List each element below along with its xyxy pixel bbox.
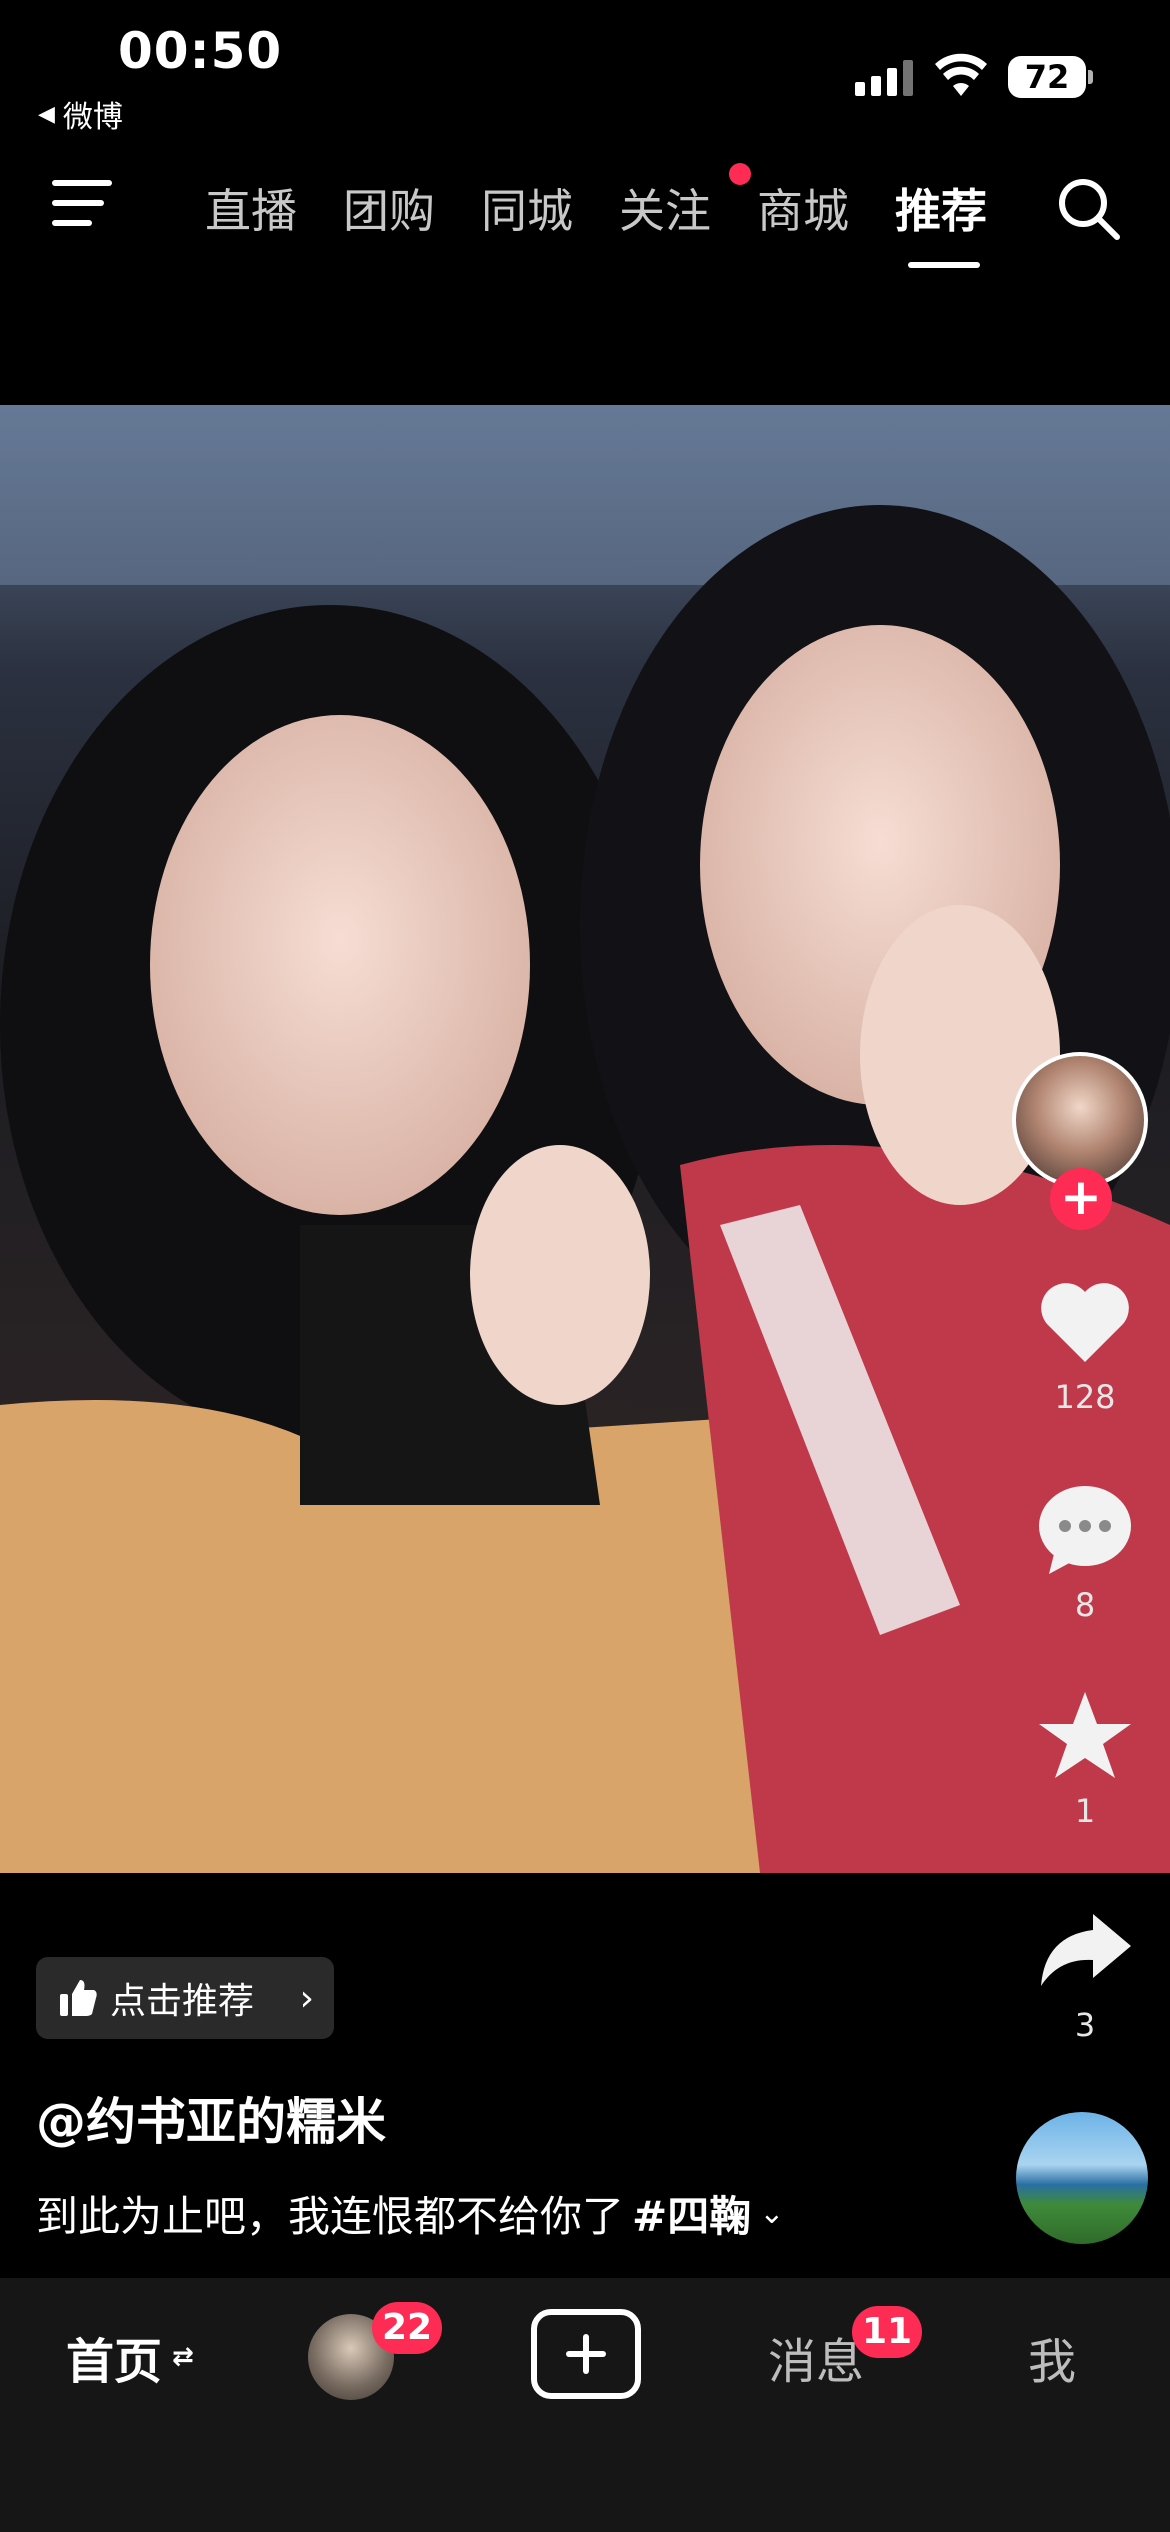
status-time: 00:50 xyxy=(118,22,283,80)
share-action[interactable]: 3 xyxy=(1020,1900,1150,2044)
share-count: 3 xyxy=(1074,2006,1096,2044)
create-button[interactable] xyxy=(531,2309,641,2399)
favorite-count: 1 xyxy=(1074,1792,1096,1830)
comment-action[interactable]: 8 xyxy=(1020,1480,1150,1624)
video-description[interactable]: 到此为止吧，我连恨都不给你了 #四鞠 ⌄ xyxy=(36,2183,784,2244)
tab-messages[interactable]: 消息 xyxy=(768,2322,864,2392)
comment-count: 8 xyxy=(1074,1586,1096,1624)
thumbs-up-icon xyxy=(60,1980,97,2016)
share-arrow-icon xyxy=(1041,1914,1131,1986)
battery-indicator: 72 xyxy=(1008,56,1086,98)
tab-me[interactable]: 我 xyxy=(1028,2322,1076,2392)
messages-badge: 11 xyxy=(852,2306,923,2358)
tab-mall[interactable]: 商城 xyxy=(757,175,895,241)
follow-button[interactable]: + xyxy=(1050,1168,1112,1230)
cellular-signal-icon xyxy=(855,58,913,96)
tab-recommend[interactable]: 推荐 xyxy=(895,175,1033,241)
menu-icon[interactable] xyxy=(52,180,116,232)
back-triangle-icon: ◀ xyxy=(38,101,55,127)
video-frame-illustration xyxy=(0,405,1170,1873)
back-app-label: 微博 xyxy=(62,100,123,135)
active-tab-indicator xyxy=(908,262,980,268)
recommend-label: 点击推荐 xyxy=(110,1981,255,2022)
like-count: 128 xyxy=(1054,1378,1116,1416)
wifi-icon xyxy=(935,53,987,96)
tab-following[interactable]: 关注 xyxy=(619,163,757,241)
chevron-down-icon: ⌄ xyxy=(759,2196,785,2231)
favorite-action[interactable]: 1 xyxy=(1020,1686,1150,1830)
plus-icon xyxy=(566,2334,606,2374)
video-content[interactable] xyxy=(0,405,1170,1873)
author-name[interactable]: @约书亚的糯米 xyxy=(36,2082,386,2154)
swap-icon: ⇄ xyxy=(172,2342,194,2372)
comment-bubble-icon xyxy=(1039,1486,1131,1574)
recommend-button[interactable]: 点击推荐 › xyxy=(36,1957,334,2039)
star-icon xyxy=(1039,1692,1131,1778)
top-nav-tabs: 直播 团购 同城 关注 商城 推荐 xyxy=(205,163,1033,241)
battery-tip xyxy=(1088,70,1093,84)
back-to-app-link[interactable]: ◀ 微博 xyxy=(38,92,123,136)
like-action[interactable]: 128 xyxy=(1020,1272,1150,1416)
description-text: 到此为止吧，我连恨都不给你了 xyxy=(36,2192,625,2241)
tab-group-buy[interactable]: 团购 xyxy=(343,175,481,241)
tab-live[interactable]: 直播 xyxy=(205,175,343,241)
hashtag-link[interactable]: #四鞠 xyxy=(632,2183,751,2244)
tab-nearby[interactable]: 同城 xyxy=(481,175,619,241)
music-disc[interactable] xyxy=(1016,2112,1148,2244)
heart-icon xyxy=(1041,1283,1129,1362)
tab-home-label: 首页 xyxy=(66,2334,163,2390)
notification-dot xyxy=(729,163,751,185)
tab-home[interactable]: 首页 ⇄ xyxy=(66,2322,194,2392)
search-icon[interactable] xyxy=(1055,175,1121,241)
chevron-right-icon: › xyxy=(299,1977,314,2019)
friends-badge: 22 xyxy=(372,2302,443,2354)
